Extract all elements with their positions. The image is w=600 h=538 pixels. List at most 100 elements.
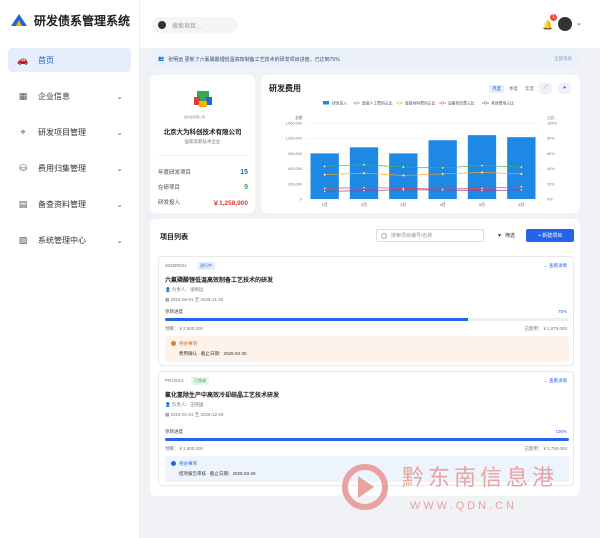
todo-text: 结项报告审核 · 截止日期：2025-03-28 (179, 471, 256, 476)
y-tick-label: 600,000 (288, 167, 302, 171)
x-tick-label: 4月 (440, 202, 446, 207)
line-point (480, 171, 484, 174)
company-logo-text: 某科技有限公司 (184, 115, 206, 119)
project-card[interactable]: 2025RD01 进行中 → 查看详情 六氟磷酸锂低温高效制备工艺技术的研发 👤 负责人… (158, 256, 574, 366)
line-point (402, 188, 405, 192)
stat-label: 在研项目 (158, 185, 181, 191)
view-detail-link[interactable]: → 查看详情 (543, 378, 567, 384)
project-search-input[interactable]: 搜索项目编号/名称 (376, 229, 484, 242)
y2-tick-label: 60% (547, 152, 555, 156)
search-input[interactable]: 搜索项目... (152, 17, 238, 33)
sidebar-item-label: 费用归集管理 (38, 163, 86, 173)
sidebar-item-3[interactable]: ⛁ 费用归集管理 ⌄ (8, 156, 131, 180)
company-stat: 在研项目 9 (158, 183, 248, 192)
owner-text: 负责人：王晓国 (171, 402, 204, 407)
progress-label: 项目进度 (165, 309, 183, 314)
x-tick-label: 3月 (400, 202, 406, 207)
line-point (520, 172, 523, 176)
filter-icon: ▼ (497, 232, 502, 239)
toggle-yearly[interactable]: 年度 (522, 85, 537, 93)
user-icon: 👤 (165, 402, 172, 407)
todo-title: 待办事项 (171, 461, 197, 467)
line-point (362, 186, 366, 189)
toggle-quarterly[interactable]: 季度 (506, 85, 521, 93)
project-name: 六氟磷酸锂低温高效制备工艺技术的研发 (165, 278, 274, 284)
car-icon: 🚗 (17, 54, 29, 65)
legend-swatch (323, 101, 329, 105)
used-text: 已使用：￥1,750,000 (524, 446, 567, 451)
legend-label: 设备折旧费占比 (448, 101, 475, 106)
line-point (323, 173, 326, 176)
status-badge: 已完成 (191, 377, 209, 385)
y2-axis-label: 占比 (547, 115, 555, 120)
company-logo-icon (194, 91, 212, 107)
new-project-button[interactable]: + 新建项目 (526, 229, 574, 242)
progress-bar (165, 438, 569, 441)
view-detail-link[interactable]: → 查看详情 (543, 263, 567, 269)
watermark-char: 东 (428, 466, 451, 491)
x-tick-label: 1月 (322, 202, 328, 207)
line-point (520, 185, 523, 189)
sidebar-item-label: 首页 (38, 55, 54, 65)
watermark-char: 信 (480, 466, 503, 491)
project-name: 氟化氢除生产中高效冷却结晶工艺技术研发 (165, 393, 280, 399)
line-point (480, 187, 484, 190)
watermark-char: 黔 (402, 466, 425, 491)
notification-badge: 1 (550, 14, 557, 21)
legend-label: 直接材料费用占比 (405, 101, 436, 106)
x-tick-label: 2月 (361, 202, 367, 207)
line-point (362, 171, 366, 175)
notice-bar: 👥 张明远 更新了六氟磷酸锂低温高效制备工艺技术的研发项目进度，已达到75% 全… (150, 50, 580, 68)
line-chart-icon[interactable]: ⟋ (539, 83, 552, 94)
sidebar-item-1[interactable]: ▦ 企业信息 ⌄ (8, 84, 131, 108)
todo-title-text: 待办事项 (179, 341, 197, 346)
chevron-down-icon[interactable]: ⌄ (576, 19, 582, 27)
watermark: 黔东南信息港 WWW.QDN.CN (330, 460, 570, 520)
y-tick-label: 0 (300, 198, 302, 202)
x-tick-label: 5月 (479, 202, 485, 207)
line-point (323, 165, 326, 168)
project-dates: ▦ 2024-06-01 至 2025-11-20 (165, 297, 223, 303)
chart-icon: ▨ (18, 234, 28, 245)
sidebar-item-5[interactable]: ▨ 系统管理中心 ⌄ (8, 228, 131, 252)
budget-text: 预算：￥2,500,000 (165, 326, 204, 331)
info-icon (171, 341, 176, 346)
sidebar: 研发债系管理系统 🚗 首页 ▦ 企业信息 ⌄ ⌖ 研发项目管理 ⌄ ⛁ 费用归集管理 ⌄ ▤ 备查资料管… (0, 0, 140, 538)
todo-box: 待办事项费用确认 · 截止日期：2025-03-30 (165, 336, 569, 362)
line-point (323, 190, 326, 193)
project-owner: 👤 负责人：张明远 (165, 287, 203, 293)
line-point (402, 165, 405, 169)
progress-percent: 100% (555, 429, 567, 434)
sidebar-item-4[interactable]: ▤ 备查资料管理 ⌄ (8, 192, 131, 216)
project-list-card: 项目列表 搜索项目编号/名称 ▼ 筛选 + 新建项目 2025RD01 进行中 → 查… (150, 219, 580, 496)
avatar[interactable] (558, 17, 572, 31)
legend-marker (355, 101, 358, 105)
company-card: 某科技有限公司 北京大为科创技术有限公司 国家高新技术企业 年度研发项目 15 在研… (150, 75, 255, 213)
project-list-title: 项目列表 (160, 234, 188, 241)
toggle-monthly[interactable]: 月度 (489, 85, 504, 93)
top-bar: 搜索项目... 🔔 1 ⌄ (140, 0, 600, 48)
company-stat: 研发投入 ￥1,258,900 (158, 197, 248, 207)
budget-text: 预算：￥1,800,000 (165, 446, 204, 451)
status-badge: 进行中 (197, 262, 215, 270)
app-logo: 研发债系管理系统 (0, 0, 139, 40)
legend-label: 直接人工费用占比 (362, 101, 393, 106)
y-tick-label: 300,000 (288, 182, 302, 186)
todo-title-text: 待办事项 (179, 461, 197, 466)
sidebar-item-0[interactable]: 🚗 首页 (8, 48, 131, 72)
rd-expense-chart: 0 0% 300,000 20% 600,000 40% 900,000 60% 1,200,0… (285, 101, 557, 208)
all-messages-link[interactable]: 全部消息 (554, 56, 572, 62)
sidebar-item-2[interactable]: ⌖ 研发项目管理 ⌄ (8, 120, 131, 144)
bell-icon[interactable]: 🔔 (542, 20, 553, 31)
company-name: 北京大为科创技术有限公司 (163, 129, 242, 136)
y2-tick-label: 0% (547, 198, 553, 202)
x-tick-label: 6月 (518, 202, 524, 207)
stat-label: 研发投入 (158, 200, 181, 206)
y2-tick-label: 20% (547, 182, 555, 186)
todo-text: 费用确认 · 截止日期：2025-03-30 (179, 351, 247, 356)
project-dates: ▦ 2024-01-01 至 2025-12-29 (165, 412, 224, 418)
pie-chart-icon[interactable]: ◕ (558, 83, 571, 94)
y-tick-label: 900,000 (288, 152, 302, 156)
filter-button[interactable]: ▼ 筛选 (489, 229, 523, 242)
search-placeholder: 搜索项目... (172, 23, 202, 30)
